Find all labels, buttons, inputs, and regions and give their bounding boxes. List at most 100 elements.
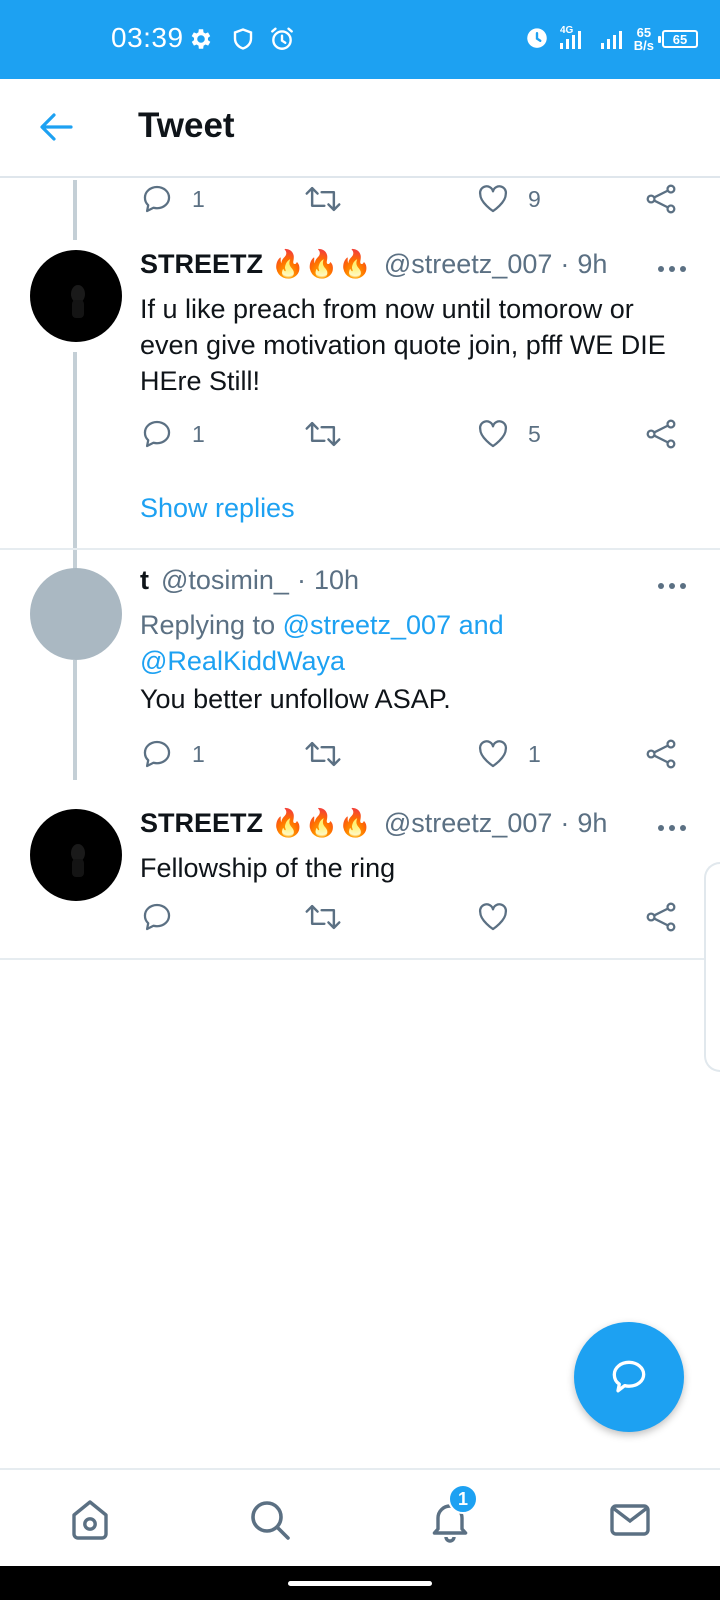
tweet-actions: 1 9 [140, 179, 696, 219]
reply-icon [143, 185, 171, 213]
thread-line [73, 660, 77, 780]
thread-line [73, 180, 77, 240]
svg-text:4G: 4G [560, 25, 574, 36]
tweet-header: t @tosimin_ · 10h [140, 565, 359, 596]
alarm-filled-icon [524, 24, 550, 55]
separator-dot: · [560, 807, 570, 838]
home-gesture-pill[interactable] [288, 1581, 432, 1586]
nav-home[interactable] [60, 1490, 120, 1550]
shield-icon [228, 24, 258, 54]
tweet-time: 10h [313, 565, 360, 595]
retweet-icon [305, 421, 341, 447]
retweet-button[interactable] [304, 414, 360, 454]
reply-icon [143, 420, 171, 448]
share-button[interactable] [644, 179, 678, 219]
signal-4g-icon: 4G [558, 23, 592, 56]
nav-search[interactable] [240, 1490, 300, 1550]
heart-icon [478, 420, 508, 448]
retweet-button[interactable] [304, 179, 360, 219]
display-name[interactable]: STREETZ [140, 808, 263, 839]
retweet-icon [305, 186, 341, 212]
tweet-actions [140, 897, 696, 937]
like-count: 5 [528, 420, 541, 447]
nav-notifications[interactable]: 1 [420, 1484, 480, 1550]
replying-prefix: Replying to [140, 610, 283, 640]
settings-icon [186, 24, 216, 54]
display-name[interactable]: t [140, 565, 149, 596]
more-options-button[interactable] [652, 813, 692, 843]
status-time: 03:39 [111, 22, 184, 53]
user-handle[interactable]: @streetz_007 [384, 249, 553, 280]
retweet-icon [305, 741, 341, 767]
like-button[interactable]: 9 [476, 179, 541, 219]
nav-messages[interactable] [600, 1490, 660, 1550]
signal-icon [600, 23, 626, 56]
share-icon [646, 184, 676, 214]
reply-icon [143, 903, 171, 931]
share-button[interactable] [644, 414, 678, 454]
mention-link[interactable]: @RealKiddWaya [140, 646, 345, 676]
retweet-button[interactable] [304, 897, 342, 937]
home-icon [72, 1500, 108, 1540]
mail-icon [610, 1504, 650, 1536]
user-handle[interactable]: @tosimin_ [161, 565, 289, 596]
share-button[interactable] [644, 734, 678, 774]
alarm-icon [267, 24, 297, 54]
page-title: Tweet [138, 106, 235, 145]
thread: 1 9 STREETZ 🔥🔥🔥 @streetz_007 · 9h If u l… [0, 180, 720, 960]
reply-count: 1 [192, 185, 205, 212]
tweet-text: You better unfollow ASAP. [140, 684, 451, 714]
like-button[interactable] [476, 897, 510, 937]
divider [0, 958, 720, 960]
name-emoji: 🔥🔥🔥 [271, 808, 372, 838]
reply-bubble-icon [612, 1360, 646, 1393]
reply-icon [143, 740, 171, 768]
share-icon [646, 739, 676, 769]
reply-button[interactable]: 1 [140, 734, 205, 774]
separator-dot: · [296, 565, 306, 595]
tweet-time: 9h [577, 807, 608, 838]
net-speed-unit: B/s [633, 38, 654, 53]
more-options-button[interactable] [652, 571, 692, 601]
share-button[interactable] [644, 897, 678, 937]
heart-icon [478, 185, 508, 213]
more-options-button[interactable] [652, 254, 692, 284]
battery-level: 65 [672, 31, 688, 47]
net-speed: 65 B/s [634, 26, 654, 52]
battery-icon: 65 [658, 30, 698, 48]
notification-badge: 1 [448, 1484, 478, 1514]
heart-icon [478, 740, 508, 768]
reply-button[interactable]: 1 [140, 179, 205, 219]
avatar[interactable] [30, 568, 122, 660]
mention-link[interactable]: @streetz_007 [283, 610, 452, 640]
thread-dots [73, 480, 77, 508]
tweet-time: 9h [577, 248, 608, 279]
replying-to: Replying to @streetz_007 and @RealKiddWa… [140, 607, 690, 679]
user-handle[interactable]: @streetz_007 [384, 808, 553, 839]
reply-count: 1 [192, 740, 205, 767]
display-name[interactable]: STREETZ [140, 249, 263, 280]
reply-button[interactable] [140, 897, 174, 937]
tweet-text: If u like preach from now until tomorow … [140, 294, 666, 396]
bottom-nav: 1 [0, 1468, 720, 1566]
compose-reply-button[interactable] [574, 1322, 684, 1432]
tweet-text: Fellowship of the ring [140, 853, 396, 883]
back-button[interactable] [36, 107, 76, 147]
tweet-header: STREETZ 🔥🔥🔥 @streetz_007 · 9h [140, 248, 607, 280]
reply-button[interactable]: 1 [140, 414, 205, 454]
share-icon [646, 419, 676, 449]
divider [0, 548, 720, 550]
status-right: 4G 65 B/s 65 [524, 22, 698, 56]
tweet-actions: 1 5 [140, 414, 696, 454]
avatar[interactable] [30, 809, 122, 901]
share-icon [646, 902, 676, 932]
app-header: Tweet [0, 79, 720, 178]
retweet-button[interactable] [304, 734, 360, 774]
tweet-actions: 1 1 [140, 734, 696, 774]
like-button[interactable]: 5 [476, 414, 541, 454]
show-replies-link[interactable]: Show replies [140, 493, 295, 524]
heart-icon [478, 903, 508, 931]
like-button[interactable]: 1 [476, 734, 541, 774]
side-panel-handle[interactable] [704, 862, 720, 1072]
avatar[interactable] [30, 250, 122, 342]
